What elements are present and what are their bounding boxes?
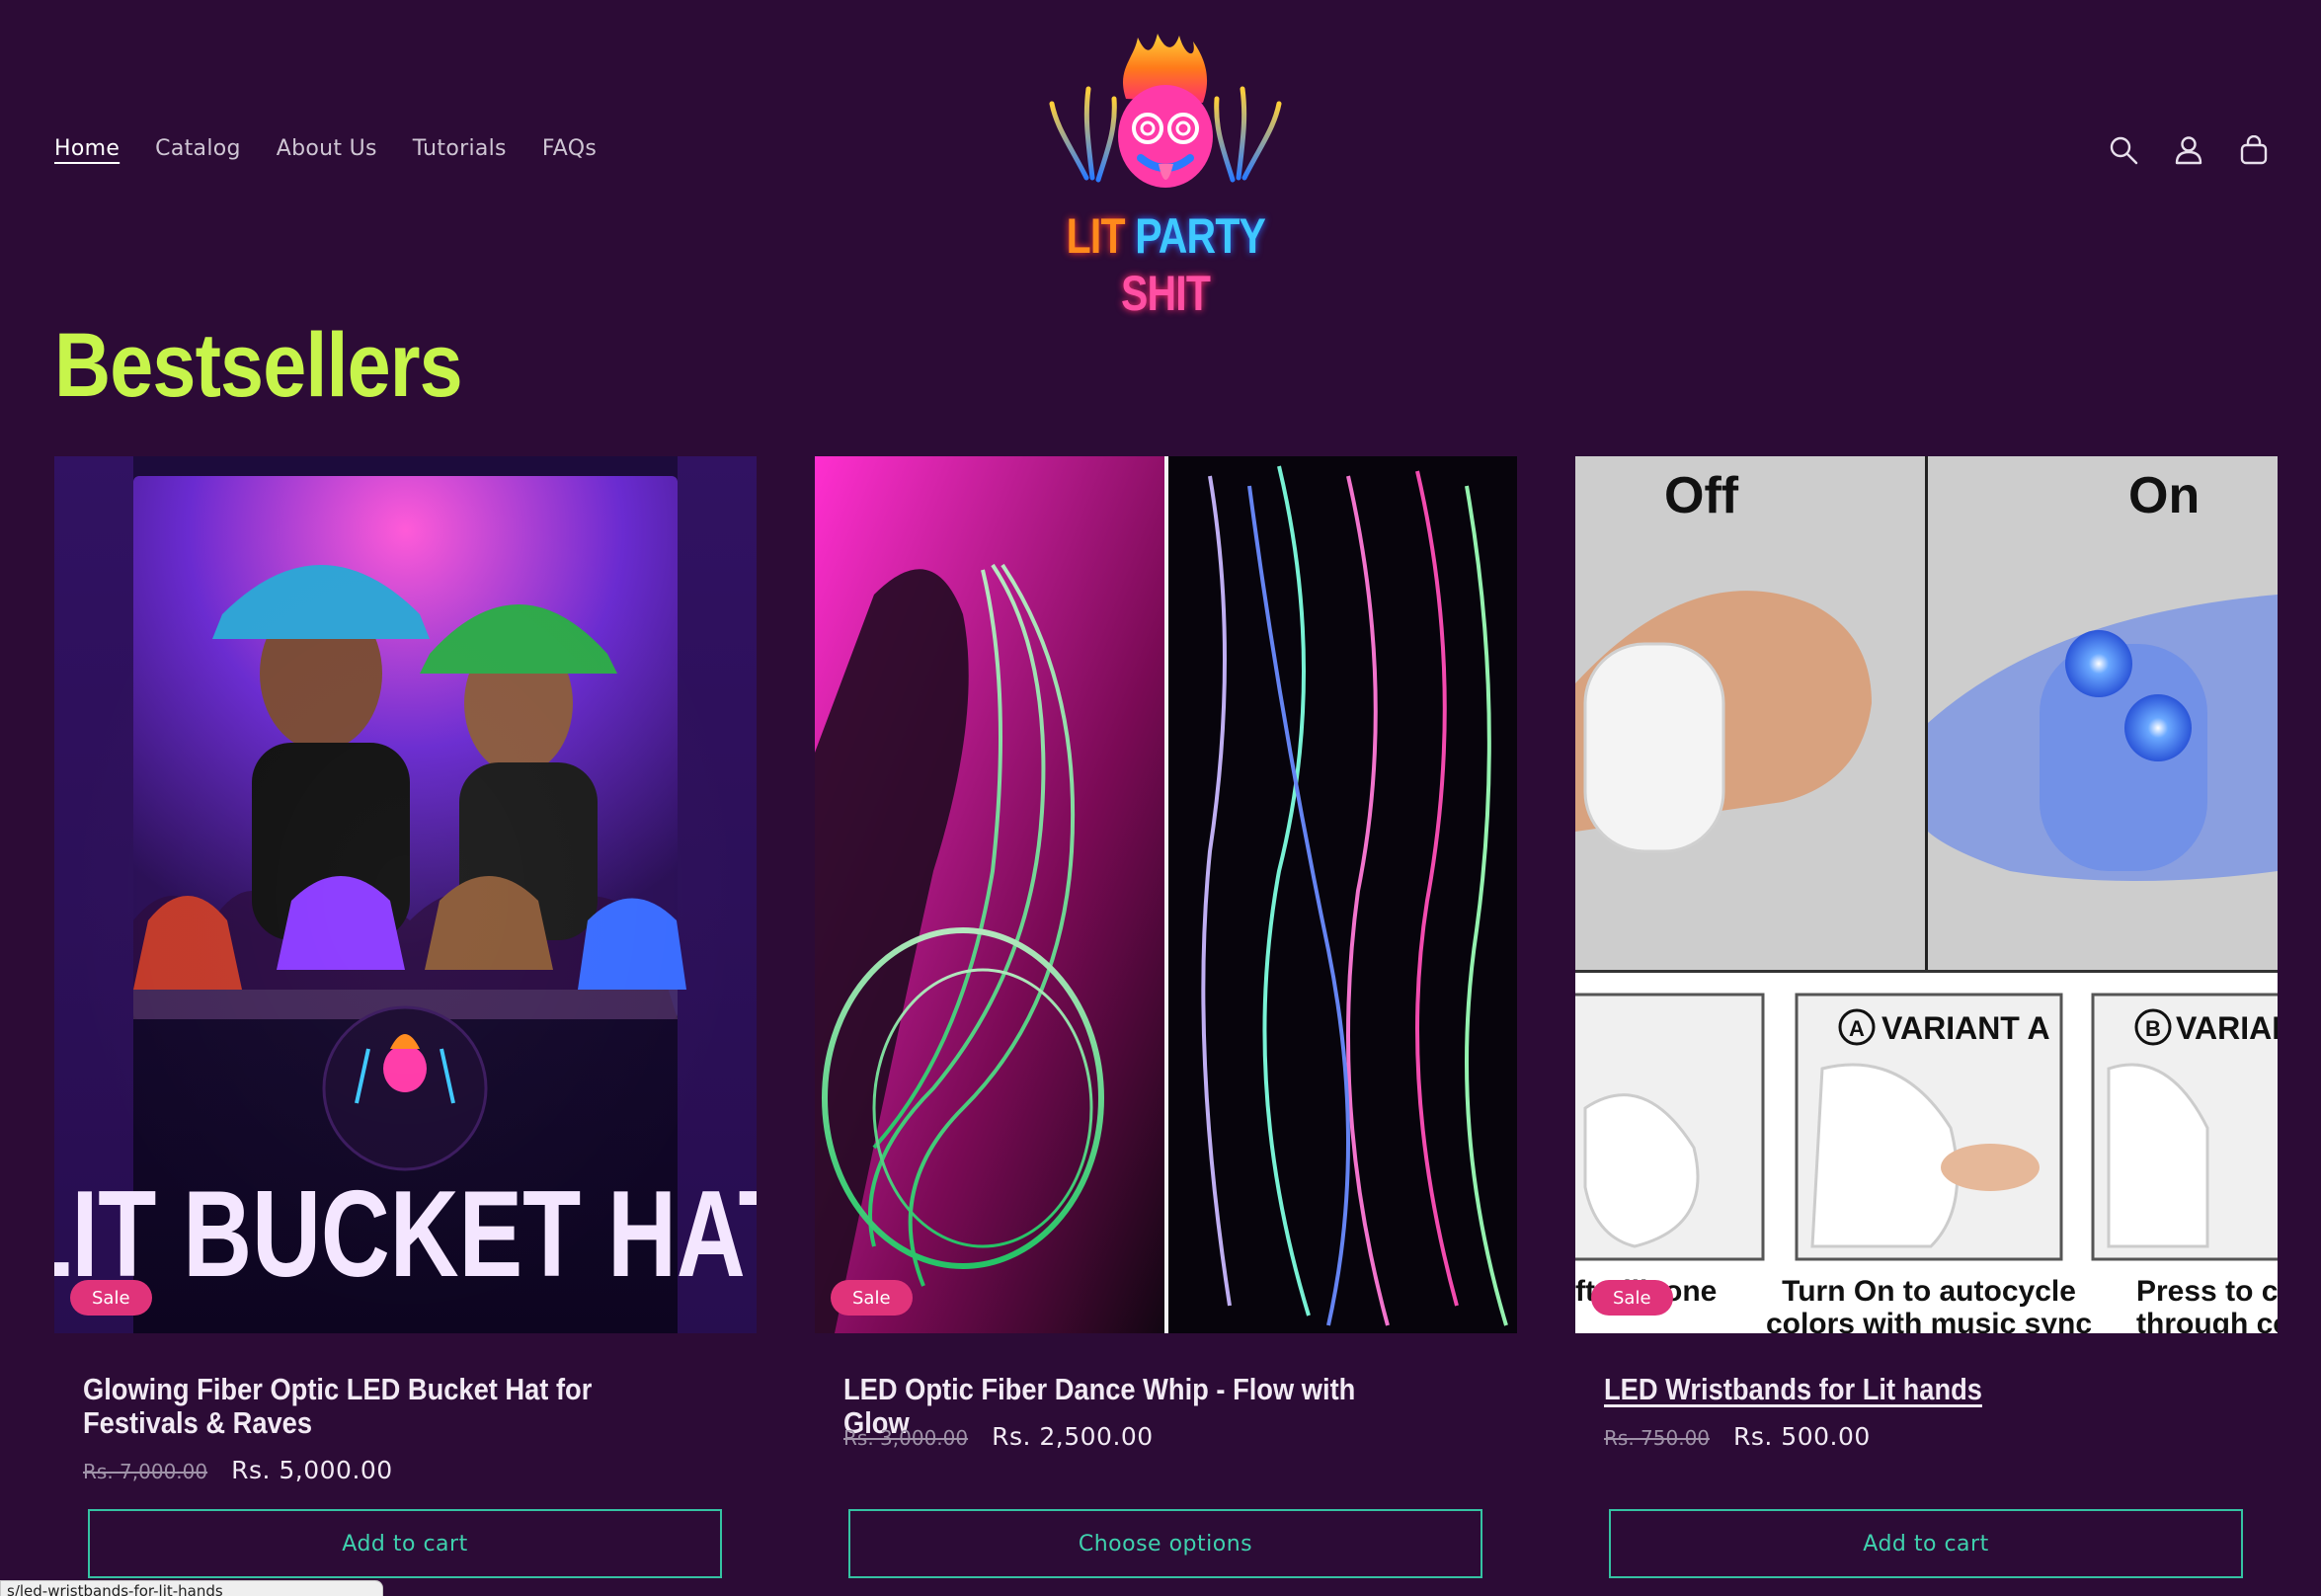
logo-mascot-icon	[1049, 34, 1282, 188]
cart-icon[interactable]	[2236, 132, 2272, 168]
svg-text:A: A	[1849, 1016, 1865, 1041]
brand-wordmark: LIT PARTY SHIT	[1066, 208, 1266, 321]
account-icon[interactable]	[2171, 132, 2206, 168]
product-image[interactable]: LIT BUCKET HAT Sale	[54, 456, 757, 1333]
off-label: Off	[1664, 467, 1739, 524]
product-title[interactable]: LED Wristbands for Lit hands	[1604, 1373, 2169, 1406]
brand-logo[interactable]: LIT PARTY SHIT	[1017, 30, 1314, 321]
site-header: Home Catalog About Us Tutorials FAQs LIT…	[0, 0, 2321, 321]
on-label: On	[2128, 467, 2200, 524]
search-icon[interactable]	[2106, 132, 2141, 168]
main-nav: Home Catalog About Us Tutorials FAQs	[54, 136, 597, 161]
sale-price: Rs. 5,000.00	[231, 1456, 393, 1484]
sale-price: Rs. 2,500.00	[992, 1422, 1154, 1451]
add-to-cart-button[interactable]: Add to cart	[1609, 1509, 2243, 1578]
variant-b-label: VARIAN	[2176, 1010, 2278, 1046]
add-to-cart-button[interactable]: Add to cart	[88, 1509, 722, 1578]
nav-about-us[interactable]: About Us	[277, 136, 377, 161]
compare-price: Rs. 7,000.00	[83, 1460, 208, 1483]
choose-options-button[interactable]: Choose options	[848, 1509, 1482, 1578]
browser-status-url: s/led-wristbands-for-lit-hands	[0, 1580, 383, 1596]
nav-home[interactable]: Home	[54, 136, 120, 161]
image-caption-mid-1: Turn On to autocycle	[1782, 1275, 2076, 1308]
compare-price: Rs. 750.00	[1604, 1426, 1711, 1450]
price-row: Rs. 7,000.00 Rs. 5,000.00	[83, 1456, 393, 1484]
nav-faqs[interactable]: FAQs	[542, 136, 597, 161]
image-caption-right-1: Press to cy	[2136, 1275, 2278, 1308]
nav-catalog[interactable]: Catalog	[155, 136, 241, 161]
nav-tutorials[interactable]: Tutorials	[413, 136, 507, 161]
section-title: Bestsellers	[54, 315, 463, 416]
compare-price: Rs. 3,000.00	[843, 1426, 969, 1450]
variant-a-label: VARIANT A	[1881, 1010, 2050, 1046]
product-title[interactable]: Glowing Fiber Optic LED Bucket Hat for F…	[83, 1373, 648, 1440]
image-caption-mid-2: colors with music sync	[1766, 1308, 2092, 1333]
svg-text:B: B	[2145, 1016, 2161, 1041]
header-icons	[2106, 132, 2272, 168]
sale-badge: Sale	[831, 1280, 913, 1316]
price-row: Rs. 750.00 Rs. 500.00	[1604, 1422, 1871, 1451]
product-image[interactable]: Sale	[815, 456, 1517, 1333]
price-row: Rs. 3,000.00 Rs. 2,500.00	[843, 1422, 1154, 1451]
sale-price: Rs. 500.00	[1733, 1422, 1871, 1451]
product-image[interactable]: Off On A VARIANT A B VARIAN ft Silicone	[1575, 456, 2278, 1333]
sale-badge: Sale	[70, 1280, 152, 1316]
sale-badge: Sale	[1591, 1280, 1673, 1316]
image-caption-right-2: through col	[2136, 1308, 2278, 1333]
